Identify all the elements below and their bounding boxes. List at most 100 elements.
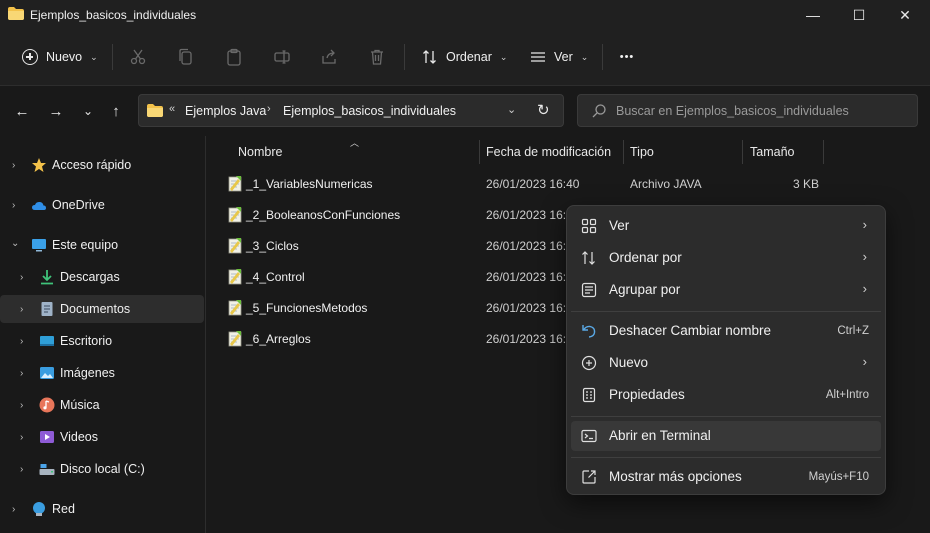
more-icon: ••• [619, 51, 635, 63]
up-button[interactable]: ↑ [104, 100, 128, 122]
copy-button[interactable] [175, 46, 197, 68]
sidebar-item-quick-access[interactable]: › Acceso rápido [0, 151, 204, 179]
maximize-icon: ☐ [852, 6, 866, 23]
toolbar-divider [602, 44, 603, 70]
delete-button[interactable] [366, 46, 388, 68]
breadcrumb-item[interactable]: Ejemplos_basicos_individuales [283, 104, 456, 118]
menu-item-group-by[interactable]: Agrupar por › [571, 275, 881, 305]
new-button[interactable]: Nuevo ⌄ [12, 40, 108, 74]
sidebar-item-desktop[interactable]: › Escritorio [0, 327, 204, 355]
chevron-right-icon[interactable]: › [20, 432, 23, 443]
menu-item-properties[interactable]: Propiedades Alt+Intro [571, 380, 881, 410]
minimize-icon: — [806, 7, 820, 23]
menu-item-label: Ver [609, 218, 630, 233]
sidebar-item-local-disk[interactable]: › Disco local (C:) [0, 455, 204, 483]
chevron-right-icon[interactable]: › [20, 400, 23, 411]
file-row[interactable]: _1_VariablesNumericas 26/01/2023 16:40 A… [207, 169, 930, 199]
java-file-icon [228, 238, 242, 254]
chevron-down-icon: ⌄ [499, 51, 508, 62]
sort-button[interactable]: Ordenar ⌄ [414, 40, 515, 74]
java-file-icon [228, 207, 242, 223]
view-button[interactable]: Ver ⌄ [522, 40, 596, 74]
sidebar-item-videos[interactable]: › Videos [0, 423, 204, 451]
menu-item-label: Abrir en Terminal [609, 428, 711, 443]
menu-item-label: Nuevo [609, 355, 649, 370]
address-bar[interactable]: « Ejemplos Java › Ejemplos_basicos_indiv… [138, 94, 564, 127]
search-box[interactable] [577, 94, 918, 127]
share-button[interactable] [318, 46, 340, 68]
chevron-down-icon: ⌄ [580, 51, 589, 62]
chevron-right-icon[interactable]: › [12, 200, 15, 211]
column-header-type[interactable]: Tipo [630, 136, 740, 168]
close-button[interactable]: ✕ [882, 0, 928, 30]
search-input[interactable] [616, 102, 906, 120]
video-icon [40, 431, 54, 443]
menu-item-undo-rename[interactable]: Deshacer Cambiar nombre Ctrl+Z [571, 316, 881, 346]
file-name: _4_Control [246, 270, 305, 284]
chevron-down-icon[interactable]: ⌄ [11, 238, 19, 249]
column-header-date[interactable]: Fecha de modificación [486, 136, 622, 168]
chevron-right-icon[interactable]: › [20, 304, 23, 315]
sidebar-item-downloads[interactable]: › Descargas [0, 263, 204, 291]
refresh-icon[interactable]: ↻ [537, 101, 550, 119]
drive-icon [39, 464, 55, 475]
sidebar-item-network[interactable]: › Red [0, 495, 204, 523]
menu-item-label: Deshacer Cambiar nombre [609, 323, 772, 338]
menu-item-sort-by[interactable]: Ordenar por › [571, 243, 881, 273]
rename-button[interactable] [271, 46, 293, 68]
folder-icon [8, 7, 24, 20]
chevron-right-icon[interactable]: › [20, 368, 23, 379]
chevron-right-icon[interactable]: › [20, 272, 23, 283]
trash-icon [371, 49, 383, 65]
menu-item-open-terminal[interactable]: Abrir en Terminal [571, 421, 881, 451]
sidebar-item-documents[interactable]: › Documentos [0, 295, 204, 323]
menu-item-label: Ordenar por [609, 250, 682, 265]
sidebar-item-music[interactable]: › Música [0, 391, 204, 419]
menu-item-shortcut: Ctrl+Z [837, 325, 869, 337]
cut-button[interactable] [127, 46, 149, 68]
menu-separator [571, 311, 881, 312]
forward-button[interactable]: → [44, 100, 68, 122]
maximize-button[interactable]: ☐ [836, 0, 882, 30]
minimize-button[interactable]: — [790, 0, 836, 30]
breadcrumb-separator-icon[interactable]: › [267, 103, 271, 115]
sidebar-item-onedrive[interactable]: › OneDrive [0, 191, 204, 219]
paste-button[interactable] [223, 46, 245, 68]
chevron-right-icon[interactable]: › [20, 336, 23, 347]
file-type: Archivo JAVA [630, 177, 702, 191]
chevron-right-icon[interactable]: › [12, 504, 15, 515]
breadcrumb-item[interactable]: Ejemplos Java [185, 104, 266, 118]
sidebar-item-this-pc[interactable]: ⌄ Este equipo [0, 231, 204, 259]
recent-locations-button[interactable]: ⌄ [76, 100, 100, 122]
breadcrumb-overflow[interactable]: « [169, 103, 175, 115]
menu-separator [571, 457, 881, 458]
chevron-right-icon[interactable]: › [20, 464, 23, 475]
sidebar-item-label: Descargas [60, 270, 120, 284]
menu-item-show-more-options[interactable]: Mostrar más opciones Mayús+F10 [571, 462, 881, 492]
menu-item-view[interactable]: Ver › [571, 211, 881, 241]
column-divider[interactable] [742, 140, 743, 164]
chevron-down-icon[interactable]: ⌄ [507, 103, 516, 116]
back-button[interactable]: ← [10, 100, 34, 122]
more-options-button[interactable]: ••• [612, 40, 642, 74]
chevron-right-icon[interactable]: › [12, 160, 15, 171]
column-header-size[interactable]: Tamaño [750, 136, 820, 168]
document-icon [41, 302, 53, 316]
column-divider[interactable] [479, 140, 480, 164]
column-header-name[interactable]: Nombre [238, 136, 478, 168]
sort-icon [423, 50, 436, 64]
sidebar-item-pictures[interactable]: › Imágenes [0, 359, 204, 387]
view-button-label: Ver [554, 50, 573, 64]
menu-item-label: Propiedades [609, 387, 685, 402]
java-file-icon [228, 176, 242, 192]
music-icon [39, 397, 55, 413]
column-divider[interactable] [823, 140, 824, 164]
arrow-up-icon: ↑ [112, 102, 120, 120]
column-divider[interactable] [623, 140, 624, 164]
file-name: _2_BooleanosConFunciones [246, 208, 401, 222]
star-icon [32, 158, 46, 172]
navigation-bar: ← → ⌄ ↑ « Ejemplos Java › Ejemplos_basic… [0, 86, 930, 136]
menu-item-new[interactable]: Nuevo › [571, 348, 881, 378]
chevron-down-icon: ⌄ [90, 51, 98, 62]
properties-icon [582, 387, 596, 403]
